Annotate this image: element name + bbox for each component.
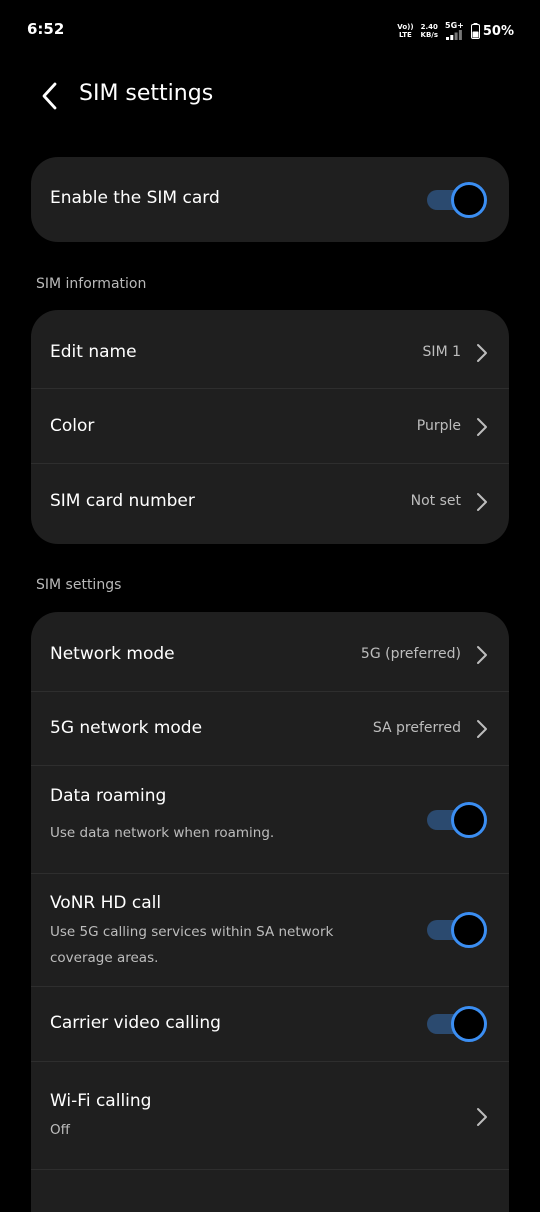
wifi-calling-title: Wi-Fi calling: [50, 1091, 152, 1111]
back-button[interactable]: [34, 80, 64, 112]
network-speed-value: 2.40: [420, 23, 438, 31]
network-mode-row[interactable]: Network mode 5G (preferred): [31, 612, 509, 692]
vonr-hd-call-title: VoNR HD call: [50, 893, 162, 913]
5g-network-mode-title: 5G network mode: [50, 718, 203, 738]
vonr-hd-call-subtitle: Use 5G calling services within SA networ…: [50, 924, 334, 966]
vonr-hd-call-toggle[interactable]: [427, 912, 487, 948]
network-type-label: 5G+: [445, 21, 464, 30]
data-roaming-toggle[interactable]: [427, 802, 487, 838]
sim-information-card: Edit name SIM 1 Color Purple SIM card nu…: [31, 310, 509, 544]
network-mode-title: Network mode: [50, 644, 175, 664]
battery-icon: [470, 23, 480, 39]
network-speed: 2.40 KB/s: [421, 23, 438, 39]
status-bar: 6:52 Vo)) LTE 2.40 KB/s 5G+ 50%: [0, 0, 540, 60]
network-speed-unit: KB/s: [420, 31, 439, 39]
wifi-calling-row[interactable]: Wi-Fi calling Off: [31, 1062, 509, 1170]
sim-card-number-title: SIM card number: [50, 491, 195, 511]
chevron-right-icon: [477, 493, 487, 511]
wifi-calling-subtitle: Off: [50, 1122, 70, 1138]
chevron-right-icon: [477, 344, 487, 362]
toggle-thumb: [451, 182, 487, 218]
toggle-thumb: [451, 912, 487, 948]
enable-sim-label: Enable the SIM card: [50, 188, 220, 208]
app-header: SIM settings: [0, 70, 540, 122]
data-roaming-title: Data roaming: [50, 786, 167, 806]
enable-sim-card[interactable]: Enable the SIM card: [31, 157, 509, 242]
carrier-video-calling-row[interactable]: Carrier video calling: [31, 987, 509, 1062]
volte-indicator: Vo)) LTE: [397, 23, 413, 39]
battery-percent: 50%: [482, 23, 514, 39]
network-mode-value: 5G (preferred): [360, 646, 461, 662]
volte-bottom-label: LTE: [398, 31, 412, 39]
status-time: 6:52: [27, 20, 65, 38]
data-roaming-row[interactable]: Data roaming Use data network when roami…: [31, 766, 509, 874]
color-title: Color: [50, 416, 95, 436]
5g-network-mode-value: SA preferred: [372, 720, 461, 736]
volte-top-label: Vo)): [397, 23, 414, 31]
toggle-thumb: [451, 802, 487, 838]
data-roaming-subtitle: Use data network when roaming.: [50, 825, 275, 841]
status-icons: Vo)) LTE 2.40 KB/s 5G+ 50%: [397, 20, 514, 42]
5g-network-mode-row[interactable]: 5G network mode SA preferred: [31, 692, 509, 766]
color-value: Purple: [416, 418, 461, 434]
edit-name-value: SIM 1: [422, 344, 461, 360]
sim-settings-card: Network mode 5G (preferred) 5G network m…: [31, 612, 509, 1212]
edit-name-row[interactable]: Edit name SIM 1: [31, 310, 509, 389]
carrier-video-calling-title: Carrier video calling: [50, 1013, 221, 1033]
edit-name-title: Edit name: [50, 342, 137, 362]
next-row-partial[interactable]: [31, 1170, 509, 1212]
carrier-video-calling-toggle[interactable]: [427, 1006, 487, 1042]
enable-sim-toggle[interactable]: [427, 182, 487, 218]
section-label-sim-settings: SIM settings: [36, 577, 122, 593]
signal-bars-icon: [446, 30, 463, 40]
chevron-right-icon: [477, 646, 487, 664]
back-arrow-icon: [42, 82, 57, 110]
chevron-right-icon: [477, 720, 487, 738]
vonr-hd-call-row[interactable]: VoNR HD call Use 5G calling services wit…: [31, 874, 509, 987]
chevron-right-icon: [477, 1108, 487, 1126]
chevron-right-icon: [477, 418, 487, 436]
battery-indicator: 50%: [470, 23, 514, 39]
section-label-sim-information: SIM information: [36, 276, 147, 292]
signal-indicator: 5G+: [445, 22, 464, 40]
page-title: SIM settings: [79, 81, 214, 106]
color-row[interactable]: Color Purple: [31, 389, 509, 464]
sim-card-number-value: Not set: [410, 493, 461, 509]
toggle-thumb: [451, 1006, 487, 1042]
sim-card-number-row[interactable]: SIM card number Not set: [31, 464, 509, 544]
